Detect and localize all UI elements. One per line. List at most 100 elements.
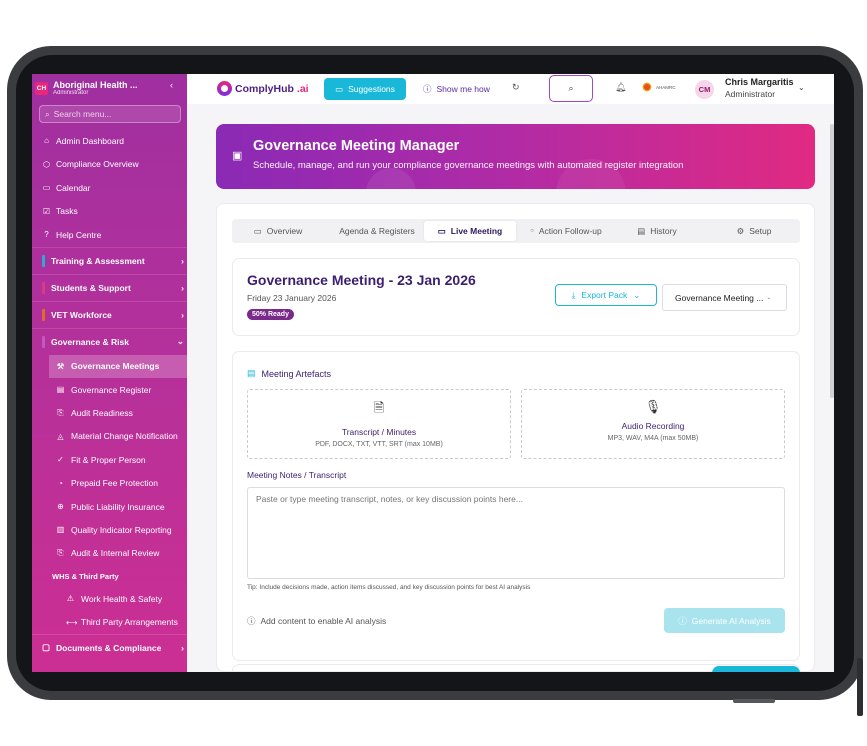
dot-icon: ○ bbox=[530, 228, 534, 234]
search-icon: ⌕ bbox=[45, 108, 50, 119]
sidebar-item-governance-meetings[interactable]: ⚒ Governance Meetings bbox=[49, 354, 187, 378]
app-logo[interactable]: ComplyHub .ai bbox=[217, 81, 309, 96]
meeting-title: Governance Meeting - 23 Jan 2026 bbox=[247, 272, 476, 288]
sidebar-item-label: Compliance Overview bbox=[56, 159, 139, 170]
user-avatar[interactable]: CM bbox=[695, 80, 714, 99]
alert-icon: ◬ bbox=[57, 431, 64, 441]
app-screen: CH Aboriginal Health ... Administrator ‹… bbox=[32, 74, 834, 672]
sidebar-item-admin-dashboard[interactable]: ⌂ Admin Dashboard bbox=[32, 129, 187, 153]
chevron-right-icon: › bbox=[181, 309, 184, 320]
sidebar-section-documents[interactable]: ▢ Documents & Compliance › bbox=[32, 633, 187, 661]
audio-upload-zone[interactable]: 🎙︎ Audio Recording MP3, WAV, M4A (max 50… bbox=[521, 389, 785, 459]
sidebar-section-students[interactable]: Students & Support › bbox=[32, 273, 187, 301]
user-name[interactable]: Chris Margaritis bbox=[725, 77, 794, 87]
org-switcher[interactable]: CH Aboriginal Health ... Administrator ‹ bbox=[32, 74, 187, 102]
meeting-panel: ▭ Overview Agenda & Registers ▭ Live Meeti… bbox=[216, 203, 815, 672]
logo-suffix: .ai bbox=[296, 82, 309, 95]
sidebar-search-placeholder: Search menu... bbox=[53, 109, 112, 119]
calendar-icon: ▭ bbox=[253, 225, 262, 236]
transcript-upload-title: Transcript / Minutes bbox=[341, 427, 417, 437]
org-sun-logo-icon bbox=[641, 81, 653, 93]
generate-ai-analysis-button[interactable]: ⓘ Generate AI Analysis bbox=[664, 608, 785, 633]
sidebar-item-third-party[interactable]: ⟷ Third Party Arrangements bbox=[32, 610, 187, 633]
transcript-upload-zone[interactable]: 🗎 Transcript / Minutes PDF, DOCX, TXT, V… bbox=[247, 389, 511, 459]
chevron-down-icon[interactable]: ⌄ bbox=[798, 83, 805, 92]
meeting-notes-textarea[interactable] bbox=[247, 487, 785, 579]
page-scrollbar[interactable] bbox=[830, 124, 834, 398]
link-icon: ⟷ bbox=[66, 617, 78, 627]
suggestions-button[interactable]: ▭ Suggestions bbox=[324, 78, 406, 100]
section-color-bar bbox=[42, 335, 45, 348]
search-icon: ⌕ bbox=[568, 83, 574, 93]
sidebar: CH Aboriginal Health ... Administrator ‹… bbox=[32, 74, 187, 672]
sidebar-item-help-centre[interactable]: ? Help Centre bbox=[32, 223, 187, 247]
org-logo-text: AHAMRC bbox=[656, 84, 676, 90]
sidebar-section-governance[interactable]: Governance & Risk ⌄ bbox=[32, 327, 187, 355]
sidebar-item-label: Audit & Internal Review bbox=[71, 548, 160, 559]
sidebar-item-calendar[interactable]: ▭ Calendar bbox=[32, 176, 187, 200]
sidebar-item-label: Material Change Notification bbox=[71, 431, 178, 442]
tab-history[interactable]: ▤ History bbox=[625, 221, 689, 241]
piggy-icon: ◔ bbox=[58, 478, 63, 488]
tab-overview[interactable]: ▭ Overview bbox=[236, 221, 320, 241]
sidebar-item-quality-indicator[interactable]: ▥ Quality Indicator Reporting bbox=[32, 518, 187, 541]
sidebar-item-governance-register[interactable]: ▤ Governance Register bbox=[32, 378, 187, 401]
sidebar-item-material-change[interactable]: ◬ Material Change Notification bbox=[32, 425, 187, 448]
tab-live-meeting[interactable]: ▭ Live Meeting bbox=[424, 221, 516, 241]
calendar-icon: ▭ bbox=[42, 183, 51, 193]
chevron-right-icon: › bbox=[181, 255, 184, 266]
documents-icon: ▢ bbox=[42, 642, 51, 653]
generate-ai-label: Generate AI Analysis bbox=[691, 615, 771, 626]
chat-icon: ▭ bbox=[335, 83, 344, 94]
sidebar-item-prepaid-fee[interactable]: ◔ Prepaid Fee Protection bbox=[32, 471, 187, 494]
sidebar-section-vet-workforce[interactable]: VET Workforce › bbox=[32, 300, 187, 328]
search-button[interactable]: ⌕ bbox=[549, 75, 593, 102]
collapse-chevron-icon[interactable]: ‹ bbox=[170, 80, 173, 90]
page-header-banner: ▣ Governance Meeting Manager Schedule, m… bbox=[216, 124, 815, 189]
sidebar-item-audit-readiness[interactable]: ⎘ Audit Readiness bbox=[32, 401, 187, 424]
export-pack-button[interactable]: ⤓ Export Pack ⌄ bbox=[555, 284, 657, 306]
page-subtitle: Schedule, manage, and run your complianc… bbox=[253, 160, 684, 171]
sidebar-item-label: Governance Meetings bbox=[71, 361, 160, 372]
org-role: Administrator bbox=[53, 89, 89, 96]
tab-label: History bbox=[650, 226, 677, 236]
clipboard-icon: ▤ bbox=[56, 385, 65, 395]
sidebar-section-label: Governance & Risk bbox=[51, 336, 129, 347]
chevron-down-icon: ⌄ bbox=[766, 295, 772, 301]
tab-label: Live Meeting bbox=[450, 226, 503, 236]
gear-icon: ⚙ bbox=[736, 225, 745, 236]
ai-hint: ⓘ Add content to enable AI analysis bbox=[247, 615, 386, 627]
notes-label: Meeting Notes / Transcript bbox=[247, 470, 347, 480]
sidebar-section-training[interactable]: Training & Assessment › bbox=[32, 246, 187, 274]
tab-agenda-registers[interactable]: Agenda & Registers bbox=[328, 221, 426, 241]
logo-text: ComplyHub bbox=[235, 82, 294, 95]
sidebar-search[interactable]: ⌕ Search menu... bbox=[39, 105, 181, 123]
sidebar-item-fit-proper[interactable]: ✓ Fit & Proper Person bbox=[32, 448, 187, 471]
show-me-how-label: Show me how bbox=[436, 84, 490, 94]
tab-setup[interactable]: ⚙ Setup bbox=[722, 221, 786, 241]
bell-icon[interactable]: 🔔︎ bbox=[615, 82, 626, 93]
sidebar-item-work-health-safety[interactable]: ⚠ Work Health & Safety bbox=[32, 587, 187, 610]
show-me-how-button[interactable]: ⓘ Show me how bbox=[423, 83, 490, 95]
sidebar-item-tasks[interactable]: ☑ Tasks bbox=[32, 200, 187, 224]
help-circle-icon: ⓘ bbox=[423, 84, 432, 94]
audio-upload-formats: MP3, WAV, M4A (max 50MB) bbox=[607, 435, 699, 442]
sidebar-item-public-liability[interactable]: ⊕ Public Liability Insurance bbox=[32, 495, 187, 518]
next-section-button[interactable] bbox=[712, 666, 800, 672]
checkbox-icon: ☑ bbox=[42, 206, 51, 216]
document-icon: ▤ bbox=[637, 225, 646, 236]
refresh-icon[interactable]: ↻ bbox=[512, 82, 520, 93]
meeting-select[interactable]: Governance Meeting ... ⌄ bbox=[662, 284, 787, 311]
gavel-icon: ⚒ bbox=[56, 361, 65, 371]
microphone-icon: 🎙︎ bbox=[644, 399, 662, 414]
tab-action-follow-up[interactable]: ○ Action Follow-up bbox=[519, 221, 613, 241]
sidebar-item-label: Quality Indicator Reporting bbox=[71, 524, 172, 535]
sidebar-item-compliance-overview[interactable]: ⬡ Compliance Overview bbox=[32, 153, 187, 177]
review-icon: ⎘ bbox=[57, 548, 64, 558]
banner-decoration bbox=[366, 168, 416, 189]
sidebar-item-audit-internal-review[interactable]: ⎘ Audit & Internal Review bbox=[32, 542, 187, 565]
sidebar-section-label: Students & Support bbox=[51, 282, 131, 293]
download-icon: ⤓ bbox=[571, 289, 576, 300]
artefacts-title: Meeting Artefacts bbox=[261, 368, 332, 379]
insurance-icon: ⊕ bbox=[57, 502, 64, 512]
